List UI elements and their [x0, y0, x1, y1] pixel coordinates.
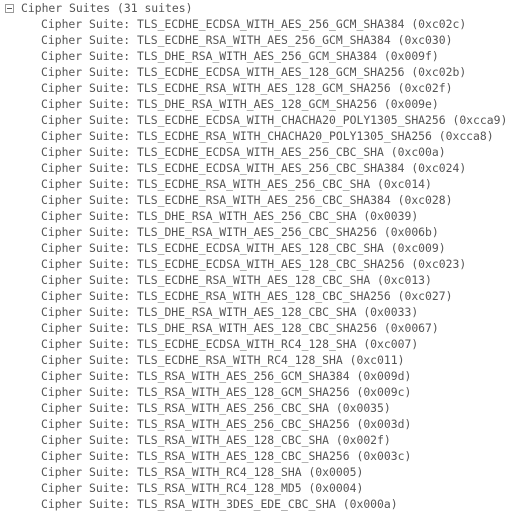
cipher-suite-item[interactable]: Cipher Suite: TLS_DHE_RSA_WITH_AES_256_C…: [0, 224, 530, 240]
cipher-suite-item[interactable]: Cipher Suite: TLS_ECDHE_ECDSA_WITH_AES_1…: [0, 240, 530, 256]
cipher-suite-list: Cipher Suite: TLS_ECDHE_ECDSA_WITH_AES_2…: [0, 16, 530, 512]
cipher-suite-item[interactable]: Cipher Suite: TLS_ECDHE_RSA_WITH_AES_256…: [0, 192, 530, 208]
cipher-suite-item[interactable]: Cipher Suite: TLS_ECDHE_ECDSA_WITH_CHACH…: [0, 112, 530, 128]
packet-details-tree: Cipher Suites (31 suites) Cipher Suite: …: [0, 0, 530, 512]
cipher-suite-item[interactable]: Cipher Suite: TLS_DHE_RSA_WITH_AES_128_C…: [0, 320, 530, 336]
cipher-suite-item[interactable]: Cipher Suite: TLS_ECDHE_RSA_WITH_AES_128…: [0, 288, 530, 304]
cipher-suite-item[interactable]: Cipher Suite: TLS_ECDHE_RSA_WITH_AES_256…: [0, 176, 530, 192]
cipher-suite-item[interactable]: Cipher Suite: TLS_ECDHE_ECDSA_WITH_AES_2…: [0, 160, 530, 176]
cipher-suite-item[interactable]: Cipher Suite: TLS_RSA_WITH_3DES_EDE_CBC_…: [0, 496, 530, 512]
cipher-suite-item[interactable]: Cipher Suite: TLS_ECDHE_RSA_WITH_AES_128…: [0, 80, 530, 96]
cipher-suite-item[interactable]: Cipher Suite: TLS_RSA_WITH_AES_128_GCM_S…: [0, 384, 530, 400]
cipher-suite-item[interactable]: Cipher Suite: TLS_ECDHE_ECDSA_WITH_AES_2…: [0, 144, 530, 160]
cipher-suite-item[interactable]: Cipher Suite: TLS_ECDHE_ECDSA_WITH_RC4_1…: [0, 336, 530, 352]
cipher-suite-item[interactable]: Cipher Suite: TLS_DHE_RSA_WITH_AES_256_C…: [0, 208, 530, 224]
cipher-suite-item[interactable]: Cipher Suite: TLS_ECDHE_RSA_WITH_CHACHA2…: [0, 128, 530, 144]
cipher-suite-item[interactable]: Cipher Suite: TLS_ECDHE_ECDSA_WITH_AES_2…: [0, 16, 530, 32]
cipher-suite-item[interactable]: Cipher Suite: TLS_DHE_RSA_WITH_AES_256_G…: [0, 48, 530, 64]
cipher-suite-item[interactable]: Cipher Suite: TLS_RSA_WITH_RC4_128_MD5 (…: [0, 480, 530, 496]
cipher-suites-label: Cipher Suites (31 suites): [21, 1, 193, 15]
cipher-suite-item[interactable]: Cipher Suite: TLS_DHE_RSA_WITH_AES_128_G…: [0, 96, 530, 112]
cipher-suite-item[interactable]: Cipher Suite: TLS_RSA_WITH_AES_256_CBC_S…: [0, 416, 530, 432]
cipher-suite-item[interactable]: Cipher Suite: TLS_RSA_WITH_RC4_128_SHA (…: [0, 464, 530, 480]
cipher-suites-node[interactable]: Cipher Suites (31 suites): [0, 0, 530, 16]
cipher-suite-item[interactable]: Cipher Suite: TLS_ECDHE_RSA_WITH_AES_256…: [0, 32, 530, 48]
cipher-suite-item[interactable]: Cipher Suite: TLS_RSA_WITH_AES_128_CBC_S…: [0, 432, 530, 448]
cipher-suite-item[interactable]: Cipher Suite: TLS_RSA_WITH_AES_256_GCM_S…: [0, 368, 530, 384]
collapse-toggle-icon[interactable]: [5, 4, 14, 13]
cipher-suite-item[interactable]: Cipher Suite: TLS_ECDHE_RSA_WITH_AES_128…: [0, 272, 530, 288]
cipher-suite-item[interactable]: Cipher Suite: TLS_RSA_WITH_AES_128_CBC_S…: [0, 448, 530, 464]
cipher-suite-item[interactable]: Cipher Suite: TLS_ECDHE_RSA_WITH_RC4_128…: [0, 352, 530, 368]
cipher-suite-item[interactable]: Cipher Suite: TLS_RSA_WITH_AES_256_CBC_S…: [0, 400, 530, 416]
cipher-suite-item[interactable]: Cipher Suite: TLS_ECDHE_ECDSA_WITH_AES_1…: [0, 256, 530, 272]
cipher-suite-item[interactable]: Cipher Suite: TLS_DHE_RSA_WITH_AES_128_C…: [0, 304, 530, 320]
cipher-suite-item[interactable]: Cipher Suite: TLS_ECDHE_ECDSA_WITH_AES_1…: [0, 64, 530, 80]
